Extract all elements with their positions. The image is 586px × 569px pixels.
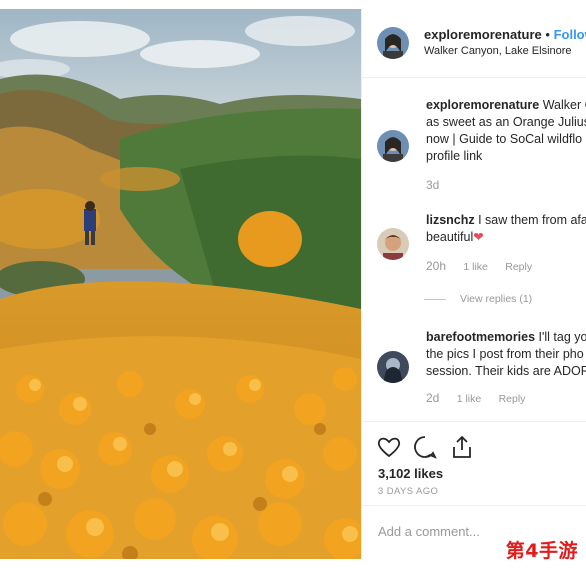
caption-time[interactable]: 3d <box>426 178 439 192</box>
comment-line-1: I saw them from afa <box>474 213 586 227</box>
comment-barefootmemories: barefootmemories I'll tag yo the pics I … <box>426 329 586 380</box>
comment-meta: 2d 1 like Reply <box>426 391 525 405</box>
heart-emoji: ❤ <box>473 230 484 244</box>
caption-line-4: profile link <box>426 149 483 163</box>
post-actions: 3,102 likes 3 DAYS AGO <box>362 421 586 506</box>
author-username[interactable]: exploremorenature <box>424 27 542 42</box>
comment-likes[interactable]: 1 like <box>463 261 488 273</box>
caption-avatar[interactable] <box>377 130 409 162</box>
follow-separator: • <box>545 27 550 42</box>
author-line: exploremorenature • Follow <box>424 27 586 42</box>
comment-icon[interactable] <box>412 434 438 460</box>
comment-username[interactable]: barefootmemories <box>426 330 535 344</box>
post-header: exploremorenature • Follow Walker Canyon… <box>362 9 586 78</box>
caption-line-1: Walker C <box>542 98 586 112</box>
replies-divider <box>424 298 446 300</box>
comment-avatar-barefootmemories[interactable] <box>377 351 409 383</box>
posted-time: 3 DAYS AGO <box>378 486 439 497</box>
comment-lizsnchz: lizsnchz I saw them from afa beautiful❤ <box>426 212 586 246</box>
comment-time[interactable]: 2d <box>426 391 439 405</box>
watermark-logo: 第4手游 <box>505 540 578 562</box>
heart-icon[interactable] <box>376 434 402 460</box>
comment-line-3: session. Their kids are ADOR <box>426 364 586 378</box>
view-replies-label: View replies (1) <box>460 293 533 305</box>
post-photo[interactable] <box>0 9 361 559</box>
follow-button[interactable]: Follow <box>554 27 586 42</box>
comment-line-2: the pics I post from their pho <box>426 347 584 361</box>
caption-meta: 3d <box>426 178 439 192</box>
caption-username[interactable]: exploremorenature <box>426 98 539 112</box>
reply-button[interactable]: Reply <box>505 261 532 273</box>
likes-count[interactable]: 3,102 likes <box>378 466 443 481</box>
comment-likes[interactable]: 1 like <box>457 393 482 405</box>
comment-meta: 20h 1 like Reply <box>426 259 532 273</box>
author-avatar[interactable] <box>377 27 409 59</box>
post-details-panel: exploremorenature • Follow Walker Canyon… <box>361 9 586 559</box>
location-link[interactable]: Walker Canyon, Lake Elsinore <box>424 45 572 57</box>
caption-text: exploremorenature Walker C as sweet as a… <box>426 97 586 165</box>
comment-line-1: I'll tag yo <box>535 330 586 344</box>
caption-line-3: now | Guide to SoCal wildflo <box>426 132 583 146</box>
view-replies-button[interactable]: View replies (1) <box>424 293 532 305</box>
share-icon[interactable] <box>449 434 475 460</box>
comment-line-2: beautiful <box>426 230 474 244</box>
comment-username[interactable]: lizsnchz <box>426 213 475 227</box>
caption-line-2: as sweet as an Orange Julius <box>426 115 586 129</box>
add-comment-input[interactable]: Add a comment... <box>378 524 480 539</box>
reply-button[interactable]: Reply <box>499 393 526 405</box>
comment-time[interactable]: 20h <box>426 259 446 273</box>
comment-avatar-lizsnchz[interactable] <box>377 228 409 260</box>
